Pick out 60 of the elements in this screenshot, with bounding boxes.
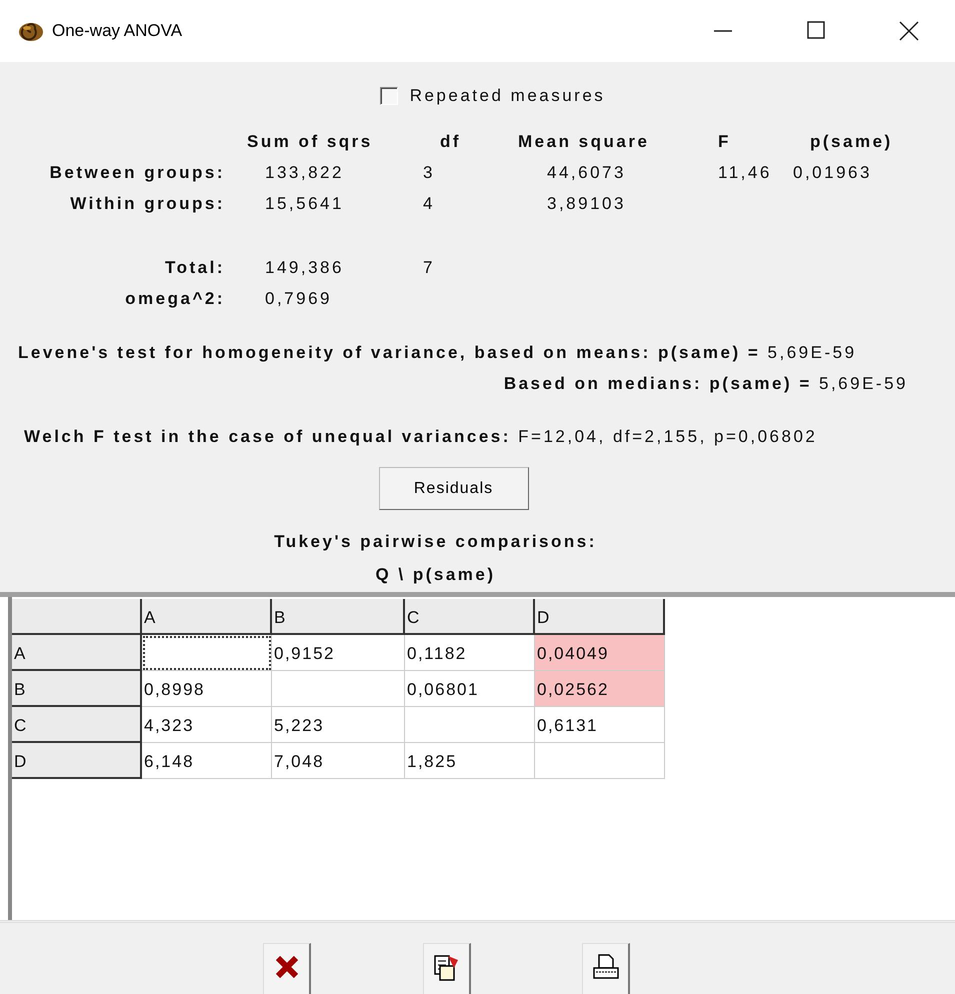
table-value: 11,46: [718, 163, 772, 182]
table-cell[interactable]: [272, 671, 405, 707]
table-cell[interactable]: 5,223: [272, 707, 405, 743]
table-cell[interactable]: [142, 635, 272, 671]
table-value: 4: [423, 194, 435, 213]
row-label: omega^2:: [125, 289, 225, 308]
table-cell[interactable]: 0,04049: [535, 635, 665, 671]
close-button[interactable]: [263, 943, 311, 994]
table-value: 44,6073: [547, 163, 626, 182]
copy-button[interactable]: [423, 943, 471, 994]
table-value: 3: [423, 163, 435, 182]
table-value: 149,386: [265, 258, 344, 277]
row-header: B: [12, 671, 142, 707]
table-cell[interactable]: 0,8998: [142, 671, 272, 707]
tukey-title: Tukey's pairwise comparisons:: [274, 532, 597, 551]
column-header: A: [142, 599, 272, 635]
table-cell[interactable]: 7,048: [272, 743, 405, 779]
column-header: D: [535, 599, 665, 635]
checkbox-label: Repeated measures: [410, 85, 606, 107]
row-header: C: [12, 707, 142, 743]
column-header: B: [272, 599, 405, 635]
residuals-button[interactable]: Residuals: [378, 467, 528, 510]
column-header: Mean square: [518, 132, 650, 151]
column-header: Sum of sqrs: [247, 132, 373, 151]
welch-text: Welch F test in the case of unequal variances: F=12,04, df=2,155, p=0,06802: [24, 427, 818, 446]
table-value: 0,7969: [265, 289, 332, 308]
column-header: C: [405, 599, 535, 635]
tukey-subtitle: Q \ p(same): [375, 565, 496, 584]
table-cell[interactable]: [535, 743, 665, 779]
levene-text: Levene's test for homogeneity of variance, based on means: p(same) = 5,69E-59: [18, 343, 857, 362]
table-cell[interactable]: 4,323: [142, 707, 272, 743]
row-label: Total:: [164, 258, 225, 277]
row-label: Within groups:: [70, 194, 225, 213]
column-header: F: [718, 132, 731, 151]
table-value: 0,01963: [793, 163, 872, 182]
table-cell[interactable]: 0,02562: [535, 671, 665, 707]
table-value: 7: [423, 258, 435, 277]
close-icon[interactable]: [898, 21, 920, 41]
table-cell[interactable]: 6,148: [142, 743, 272, 779]
table-cell[interactable]: 0,1182: [405, 635, 535, 671]
table-value: 15,5641: [265, 194, 344, 213]
table-value: 133,822: [265, 163, 344, 182]
shell-icon: [18, 20, 44, 42]
levene-text: Based on medians: p(same) = 5,69E-59: [504, 374, 908, 393]
checkbox[interactable]: [380, 87, 398, 105]
column-header: p(same): [810, 132, 893, 151]
row-header: D: [12, 743, 142, 779]
row-header: A: [12, 635, 142, 671]
column-header: df: [440, 132, 462, 151]
table-cell[interactable]: 1,825: [405, 743, 535, 779]
row-label: Between groups:: [50, 163, 225, 182]
table-cell[interactable]: [405, 707, 535, 743]
table-value: 3,89103: [547, 194, 626, 213]
printer-icon: [590, 952, 620, 982]
print-button[interactable]: [582, 943, 630, 994]
table-cell[interactable]: 0,6131: [535, 707, 665, 743]
table-cell[interactable]: 0,9152: [272, 635, 405, 671]
maximize-icon[interactable]: [804, 21, 826, 41]
table-cell[interactable]: 0,06801: [405, 671, 535, 707]
window-title: One-way ANOVA: [52, 20, 182, 42]
